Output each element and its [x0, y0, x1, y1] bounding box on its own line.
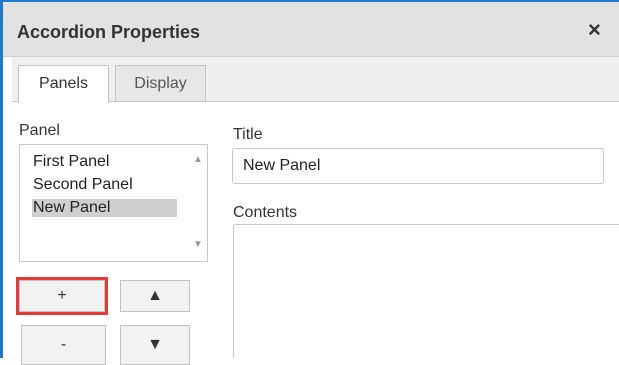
contents-label: Contents — [233, 204, 298, 221]
add-panel-button[interactable]: + — [19, 280, 105, 312]
dialog-titlebar[interactable]: Accordion Properties × — [3, 2, 619, 57]
scroll-down-arrow-icon[interactable]: ▼ — [193, 239, 203, 250]
tab-panels[interactable]: Panels — [18, 65, 109, 103]
contents-textarea[interactable] — [233, 224, 619, 358]
list-item-selected[interactable]: New Panel — [32, 199, 177, 217]
title-input[interactable]: New Panel — [232, 148, 604, 184]
list-item[interactable]: Second Panel — [33, 176, 133, 194]
dialog-title: Accordion Properties — [17, 22, 201, 42]
title-label: Title — [233, 126, 263, 143]
remove-panel-button[interactable]: - — [21, 325, 106, 365]
close-icon[interactable]: × — [588, 19, 601, 41]
scroll-up-arrow-icon[interactable]: ▲ — [193, 154, 203, 165]
panel-listbox[interactable]: First Panel Second Panel New Panel ▲ ▼ — [19, 144, 208, 262]
move-down-button[interactable]: ▼ — [120, 325, 190, 365]
tab-strip: Panels Display — [12, 57, 619, 103]
tab-display[interactable]: Display — [115, 65, 206, 101]
list-item[interactable]: First Panel — [33, 153, 109, 171]
move-up-button[interactable]: ▲ — [120, 280, 190, 312]
panel-label: Panel — [19, 122, 60, 139]
